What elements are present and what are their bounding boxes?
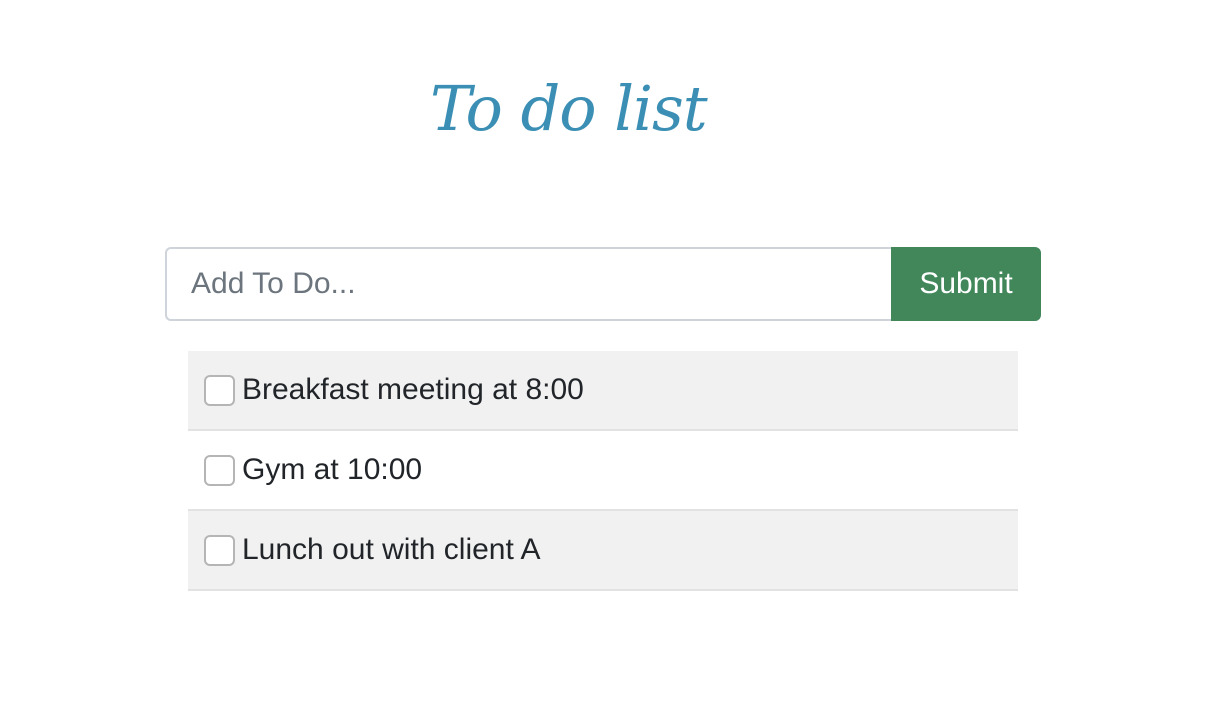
todo-checkbox[interactable] (204, 534, 235, 566)
add-todo-form: Submit (165, 247, 1041, 321)
todo-list: Breakfast meeting at 8:00 Gym at 10:00 L… (188, 351, 1018, 591)
todo-text: Breakfast meeting at 8:00 (242, 373, 584, 406)
todo-input[interactable] (165, 247, 891, 321)
todo-item: Breakfast meeting at 8:00 (188, 351, 1018, 431)
page-title: To do list (430, 72, 708, 145)
todo-text: Lunch out with client A (242, 533, 541, 566)
todo-checkbox[interactable] (204, 454, 235, 486)
todo-item: Gym at 10:00 (188, 431, 1018, 511)
submit-button[interactable]: Submit (891, 247, 1041, 321)
todo-checkbox[interactable] (204, 374, 235, 406)
todo-text: Gym at 10:00 (242, 453, 423, 486)
todo-item: Lunch out with client A (188, 511, 1018, 591)
